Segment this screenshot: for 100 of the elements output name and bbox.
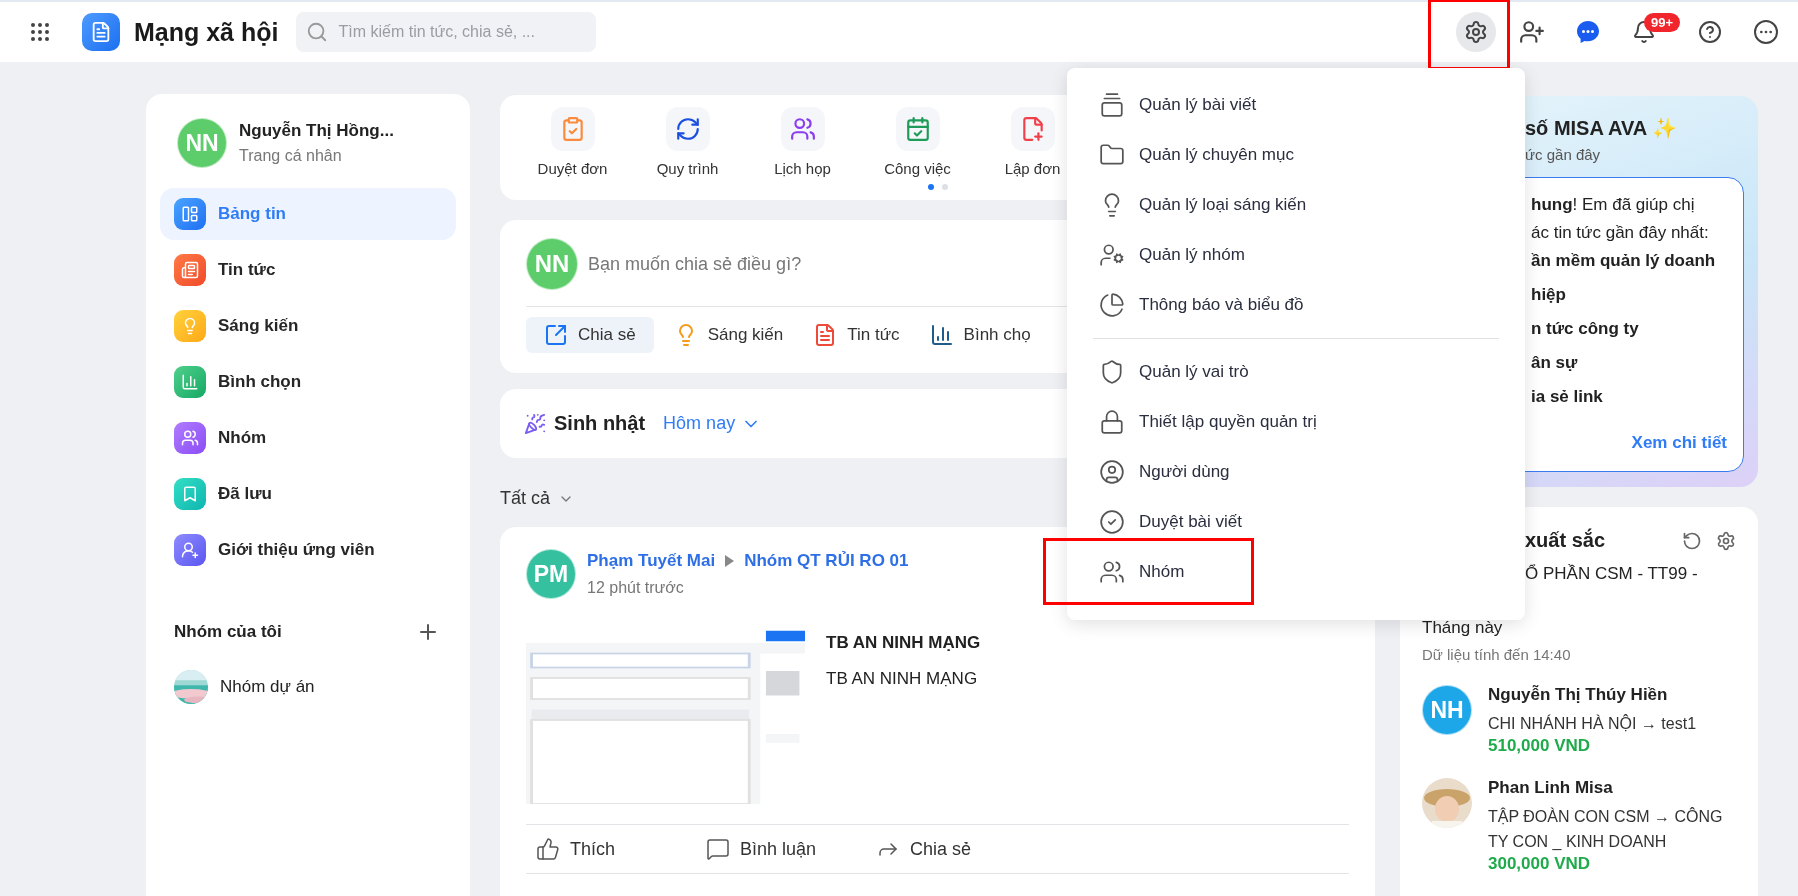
sidebar-item[interactable]: Đã lưu — [160, 468, 456, 520]
pie-chart-icon — [1099, 292, 1125, 318]
check-circle-icon — [1099, 509, 1125, 535]
apps-grid-icon — [28, 20, 52, 44]
folder-icon — [1099, 142, 1125, 168]
users-icon — [1099, 559, 1125, 585]
settings-button[interactable] — [1456, 12, 1496, 52]
calendar-icon[interactable] — [895, 107, 940, 151]
group-link[interactable]: Nhóm QT RỦI RO 01 — [744, 551, 909, 571]
message-line: ân sự — [1531, 352, 1579, 374]
avatar: NN — [526, 238, 578, 290]
composer-tab[interactable]: Bình chọ — [919, 317, 1041, 353]
menu-item[interactable]: Thông báo và biểu đồ — [1067, 280, 1525, 330]
menu-item-label: Quản lý nhóm — [1139, 245, 1245, 265]
menu-item[interactable]: Người dùng — [1067, 447, 1525, 497]
menu-item-label: Quản lý bài viết — [1139, 95, 1257, 115]
shield-icon — [1099, 359, 1125, 385]
notification-count: 99+ — [1643, 13, 1680, 32]
profile-link[interactable]: Trang cá nhân — [239, 147, 394, 165]
sidebar-item[interactable]: Nhóm — [160, 412, 456, 464]
pager-dot[interactable] — [941, 184, 948, 190]
menu-item[interactable]: Nhóm — [1067, 547, 1525, 597]
sidebar-item[interactable]: Sáng kiến — [160, 300, 456, 352]
shortcut-label[interactable]: Công việc — [884, 160, 951, 177]
settings-icon — [1464, 20, 1488, 44]
chat-bubble-icon — [1575, 19, 1601, 45]
menu-item[interactable]: Thiết lập quyền quản trị — [1067, 397, 1525, 447]
amount: 300,000 VND — [1488, 854, 1592, 874]
sidebar-item[interactable]: Bảng tin — [160, 188, 456, 240]
clipboard-icon[interactable] — [550, 107, 595, 151]
refresh-icon[interactable] — [1682, 530, 1702, 551]
stack-icon — [1099, 92, 1125, 118]
sidebar-item[interactable]: Tin tức — [160, 244, 456, 296]
assistant-title: số MISA AVA ✨ — [1524, 116, 1679, 140]
update-time: Dữ liệu tính đến 14:40 — [1422, 646, 1572, 663]
post-action[interactable]: Thích — [536, 837, 706, 861]
bar-chart-icon — [929, 323, 954, 347]
search-field[interactable]: Tìm kiếm tin tức, chia sẻ, ... — [296, 12, 597, 52]
user-gear-icon — [1099, 242, 1125, 268]
person-name: Nguyễn Thị Thúy Hiền — [1488, 685, 1669, 705]
people-icon[interactable] — [780, 107, 825, 151]
bookmark-icon — [174, 478, 206, 510]
post-action[interactable]: Bình luận — [706, 837, 876, 861]
party-popper-icon — [524, 412, 546, 435]
post-prompt[interactable]: Bạn muốn chia sẻ điều gì? — [588, 253, 802, 275]
post-action[interactable]: Chia sẻ — [876, 837, 1046, 861]
shortcut-label[interactable]: Duyệt đơn — [537, 160, 608, 177]
menu-item[interactable]: Quản lý bài viết — [1067, 80, 1525, 130]
help-icon — [1698, 20, 1722, 44]
date-filter[interactable]: Hôm nay — [663, 413, 762, 434]
avatar: PM — [526, 549, 576, 599]
ranking-scope: Ổ PHẦN CSM - TT99 - — [1524, 564, 1699, 584]
post-text: TB AN NINH MẠNG — [826, 669, 979, 689]
sidebar-item[interactable]: Bình chọn — [160, 356, 456, 408]
shortcut-label[interactable]: Lập đơn — [1004, 160, 1061, 177]
composer-tab[interactable]: Tin tức — [803, 317, 910, 353]
sidebar-item-label: Nhóm — [218, 428, 267, 448]
post-title: TB AN NINH MẠNG — [826, 633, 981, 653]
menu-item-label: Quản lý vai trò — [1139, 362, 1249, 382]
menu-item-label: Quản lý loại sáng kiến — [1139, 195, 1307, 215]
menu-item[interactable]: Quản lý loại sáng kiến — [1067, 180, 1525, 230]
avatar: NN — [177, 118, 227, 168]
sidebar-item-label: Giới thiệu ứng viên — [218, 540, 375, 560]
shortcut-label[interactable]: Quy trình — [656, 160, 719, 177]
birthday-title: Sinh nhật — [554, 412, 646, 435]
sidebar-item-label: Sáng kiến — [218, 316, 299, 336]
menu-item[interactable]: Quản lý chuyên mục — [1067, 130, 1525, 180]
form-icon[interactable] — [1010, 107, 1055, 151]
user-name[interactable]: Nguyễn Thị Hồng... — [239, 121, 394, 141]
person-name: Phan Linh Misa — [1488, 778, 1614, 798]
shortcut-label[interactable]: Lịch họp — [774, 160, 831, 177]
cycle-icon[interactable] — [665, 107, 710, 151]
sidebar-item[interactable]: Giới thiệu ứng viên — [160, 524, 456, 576]
notifications-button[interactable]: 99+ — [1624, 12, 1680, 52]
assistant-subtitle: ức gần đây — [1524, 146, 1602, 163]
details-link[interactable]: Xem chi tiết — [1631, 433, 1727, 453]
pager-dot[interactable] — [927, 184, 934, 190]
menu-item[interactable]: Quản lý nhóm — [1067, 230, 1525, 280]
author-link[interactable]: Phạm Tuyết Mai — [587, 551, 716, 571]
comment-icon — [706, 837, 730, 861]
message-line: n tức công ty — [1531, 318, 1640, 340]
lock-icon — [1099, 409, 1125, 435]
group-name[interactable]: Nhóm dự án — [220, 677, 315, 697]
menu-item[interactable]: Quản lý vai trò — [1067, 347, 1525, 397]
more-icon — [1754, 20, 1778, 44]
search-icon — [306, 21, 329, 43]
sidebar-item-label: Bình chọn — [218, 372, 302, 392]
message-line: ác tin tức gần đây nhất: — [1531, 222, 1710, 244]
thumbs-up-icon — [536, 837, 560, 861]
bar-chart-icon — [174, 366, 206, 398]
composer-tab[interactable]: Sáng kiến — [663, 317, 794, 353]
amount: 510,000 VND — [1488, 736, 1592, 756]
sidebar-item-label: Bảng tin — [218, 204, 286, 224]
post-time: 12 phút trước — [587, 579, 685, 597]
app-title: Mạng xã hội — [134, 17, 279, 47]
composer-tab[interactable]: Chia sẻ — [526, 317, 654, 353]
avatar: NH — [1422, 685, 1472, 735]
menu-item[interactable]: Duyệt bài viết — [1067, 497, 1525, 547]
unit-path: TẬP ĐOÀN CON CSM → CÔNG TY CON _ KINH DOANH — [1488, 806, 1724, 852]
settings-icon[interactable] — [1716, 530, 1736, 551]
